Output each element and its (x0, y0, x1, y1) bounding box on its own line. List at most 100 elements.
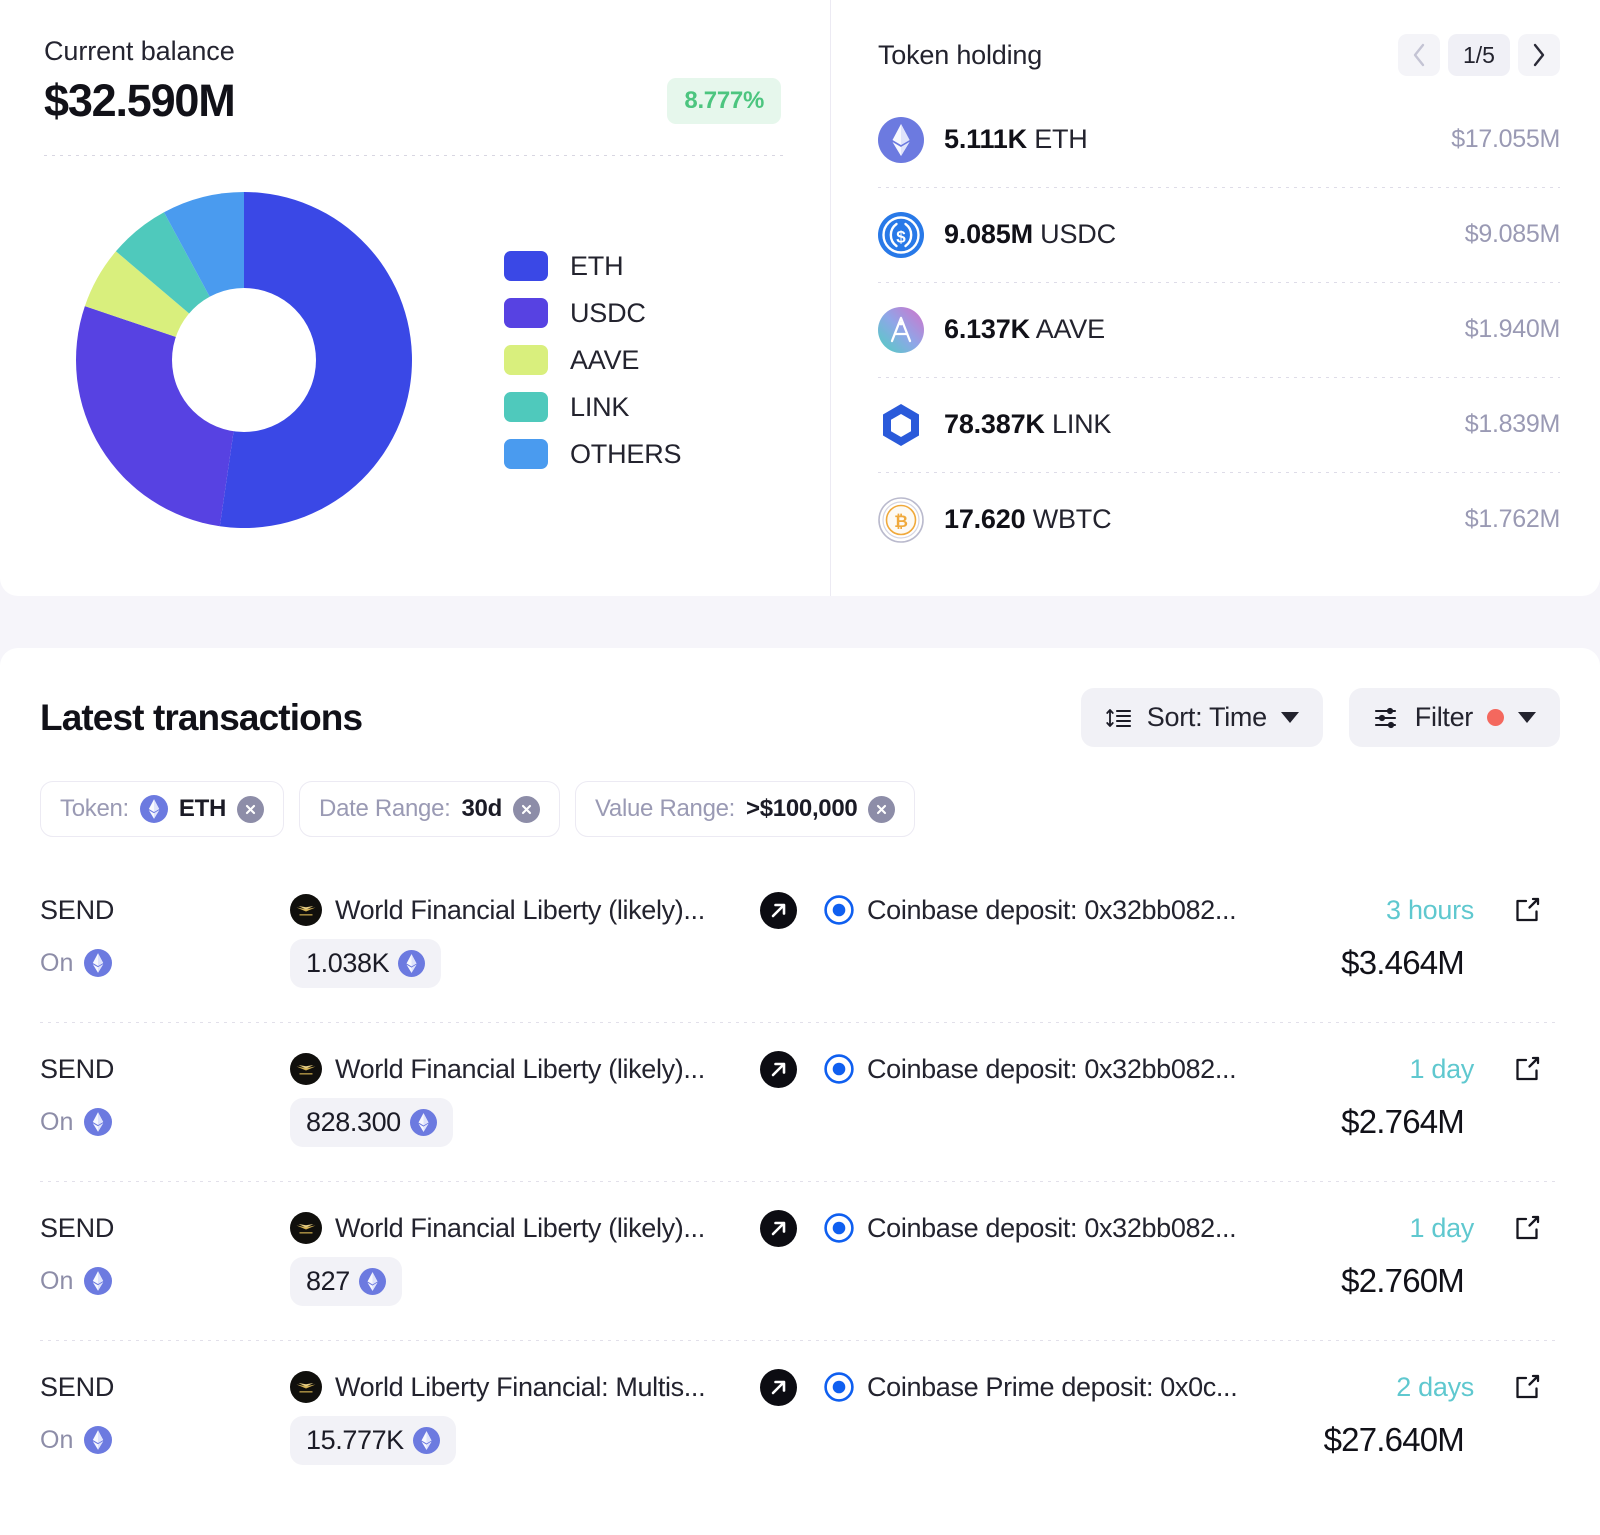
pagination-page-indicator: 1/5 (1448, 34, 1510, 76)
legend-item-link: LINK (504, 384, 681, 431)
world-liberty-avatar-icon (290, 1053, 322, 1085)
token-holding-row[interactable]: 78.387K LINK $1.839M (878, 377, 1560, 472)
filter-sliders-icon (1374, 707, 1396, 728)
svg-text:$: $ (896, 227, 906, 246)
transaction-usd-value: $3.464M (1341, 944, 1465, 981)
coinbase-icon (824, 1372, 854, 1402)
filter-label: Filter (1414, 702, 1474, 732)
remove-filter-button[interactable] (868, 795, 896, 823)
token-holding-row[interactable]: ₿ 17.620 WBTC $1.762M (878, 472, 1560, 567)
pagination-prev-button[interactable] (1398, 34, 1440, 76)
from-avatar (290, 1212, 322, 1244)
token-pagination: 1/5 (1398, 34, 1560, 76)
token-amount: 9.085M (944, 219, 1033, 249)
transaction-from-label[interactable]: World Financial Liberty (likely)... (335, 1054, 705, 1085)
eth-chain-icon (84, 1267, 113, 1295)
legend-item-usdc: USDC (504, 290, 681, 337)
coinbase-icon (824, 1054, 854, 1084)
transaction-row[interactable]: SEND World Financial Liberty (likely)...… (40, 863, 1560, 1022)
to-platform-icon (824, 1054, 854, 1084)
transaction-from-label[interactable]: World Liberty Financial: Multis... (335, 1372, 706, 1403)
token-usd-value: $1.940M (1464, 315, 1561, 343)
from-avatar (290, 894, 322, 926)
token-usd-value: $17.055M (1451, 125, 1560, 153)
token-holding-row[interactable]: 6.137K AAVE $1.940M (878, 282, 1560, 377)
transaction-row[interactable]: SEND World Liberty Financial: Multis... … (40, 1340, 1560, 1499)
latest-transactions-card: Latest transactions Sort: Time Filter To… (0, 648, 1600, 1535)
on-label: On (40, 948, 74, 977)
close-icon (521, 804, 532, 814)
transaction-from-label[interactable]: World Financial Liberty (likely)... (335, 1213, 705, 1244)
on-label: On (40, 1107, 74, 1136)
filter-chip-key: Date Range: (319, 795, 451, 822)
transaction-time: 2 days (1396, 1371, 1474, 1402)
token-holding-row[interactable]: 5.111K ETH $17.055M (878, 92, 1560, 187)
latest-transactions-title: Latest transactions (40, 696, 363, 738)
from-avatar (290, 1371, 322, 1403)
token-usd-value: $9.085M (1464, 220, 1561, 248)
coinbase-icon (824, 1213, 854, 1243)
transaction-amount: 1.038K (306, 947, 390, 978)
external-link-icon (1516, 1215, 1540, 1240)
to-platform-icon (824, 1213, 854, 1243)
sort-button[interactable]: Sort: Time (1080, 688, 1323, 747)
transaction-chain: On (40, 949, 290, 978)
eth-token-icon (412, 1426, 440, 1454)
link-token-icon (878, 402, 924, 448)
open-transaction-button[interactable] (1474, 1372, 1560, 1402)
remove-filter-button[interactable] (512, 795, 540, 823)
open-transaction-button[interactable] (1474, 895, 1560, 925)
coinbase-icon (824, 895, 854, 925)
from-avatar (290, 1053, 322, 1085)
legend-item-others: OTHERS (504, 431, 682, 478)
eth-token-icon (358, 1267, 386, 1295)
transaction-to-label[interactable]: Coinbase deposit: 0x32bb082... (867, 895, 1237, 926)
direction-arrow (760, 891, 824, 929)
transaction-row[interactable]: SEND World Financial Liberty (likely)...… (40, 1022, 1560, 1181)
to-platform-icon (824, 895, 854, 925)
sort-label: Sort: Time (1146, 702, 1267, 732)
token-holding-row[interactable]: $ 9.085M USDC $9.085M (878, 187, 1560, 282)
transaction-to-label[interactable]: Coinbase Prime deposit: 0x0c... (867, 1372, 1238, 1403)
filter-chip[interactable]: Token: ETH (40, 781, 285, 837)
transaction-time: 1 day (1409, 1053, 1474, 1084)
sort-chevron-down-icon (1280, 712, 1299, 723)
token-symbol: LINK (1052, 409, 1112, 439)
open-transaction-button[interactable] (1474, 1054, 1560, 1084)
transaction-to-label[interactable]: Coinbase deposit: 0x32bb082... (867, 1213, 1237, 1244)
filter-chip[interactable]: Date Range: 30d (299, 781, 560, 837)
link-token-icon (883, 403, 919, 446)
transaction-row[interactable]: SEND World Financial Liberty (likely)...… (40, 1181, 1560, 1340)
token-usd-value: $1.762M (1464, 505, 1561, 533)
filter-button[interactable]: Filter (1348, 688, 1560, 747)
eth-token-icon (878, 116, 924, 163)
token-amount-symbol: 6.137K AAVE (944, 314, 1105, 345)
token-symbol: WBTC (1032, 504, 1112, 534)
remove-filter-button[interactable] (237, 795, 265, 823)
transaction-time: 1 day (1409, 1212, 1474, 1243)
aave-token-icon (878, 306, 924, 353)
transaction-to-label[interactable]: Coinbase deposit: 0x32bb082... (867, 1054, 1237, 1085)
transaction-from-label[interactable]: World Financial Liberty (likely)... (335, 895, 705, 926)
svg-text:₿: ₿ (894, 512, 908, 531)
eth-token-icon (139, 795, 168, 823)
eth-token-icon (398, 949, 426, 977)
token-amount: 17.620 (944, 504, 1026, 534)
filter-active-indicator (1487, 709, 1504, 726)
legend-swatch-icon (504, 345, 548, 375)
wbtc-token-icon: ₿ (878, 496, 924, 543)
aave-token-icon (878, 306, 924, 353)
to-platform-icon (824, 1372, 854, 1402)
portfolio-dashboard: Current balance $32.590M 8.777% ETH USDC A… (0, 0, 1600, 1535)
filter-chevron-down-icon (1518, 712, 1536, 723)
open-transaction-button[interactable] (1474, 1213, 1560, 1243)
current-balance-panel: Current balance $32.590M 8.777% ETH USDC A… (0, 0, 830, 596)
legend-label: LINK (570, 391, 630, 422)
usdc-token-icon: $ (878, 211, 924, 258)
token-amount-symbol: 9.085M USDC (944, 219, 1116, 250)
pagination-next-button[interactable] (1518, 34, 1560, 76)
filter-chip[interactable]: Value Range: >$100,000 (574, 781, 916, 837)
close-icon (245, 804, 256, 814)
legend-swatch-icon (504, 251, 548, 281)
token-amount-symbol: 5.111K ETH (944, 124, 1088, 155)
